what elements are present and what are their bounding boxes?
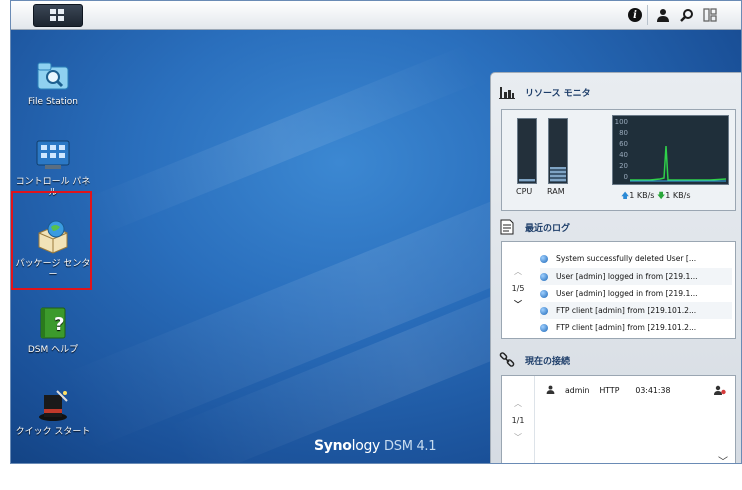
info-dot-icon: [540, 306, 548, 315]
info-dot-icon: [540, 254, 548, 263]
page-down-button[interactable]: ﹀: [502, 299, 534, 310]
control-panel-shortcut[interactable]: コントロール パネル: [13, 137, 93, 199]
cpu-meter: [517, 118, 537, 184]
y-tick: 100: [614, 118, 628, 126]
y-tick: 40: [619, 151, 628, 159]
taskbar: i: [11, 1, 741, 30]
magic-hat-icon: [35, 387, 71, 423]
document-icon: [499, 219, 515, 235]
resource-monitor-title: リソース モニタ: [499, 84, 591, 100]
main-menu-icon: [50, 9, 66, 22]
control-panel-icon: [35, 137, 71, 173]
ram-label: RAM: [547, 187, 565, 196]
help-book-icon: ?: [35, 305, 71, 341]
user-icon[interactable]: [654, 6, 672, 24]
info-dot-icon: [540, 323, 548, 332]
recent-logs-title: 最近のログ: [499, 219, 570, 235]
disconnect-user-icon[interactable]: [714, 385, 726, 398]
page-down-button[interactable]: ﹀: [502, 432, 534, 443]
desktop: i File Station コントロール パネル パッケージ センター ? D…: [10, 0, 742, 464]
ram-meter: [548, 118, 568, 184]
file-station-shortcut[interactable]: File Station: [13, 57, 93, 108]
y-tick: 60: [619, 140, 628, 148]
connections-page-indicator: 1/1: [511, 416, 525, 425]
svg-text:?: ?: [54, 314, 64, 335]
info-dot-icon: [540, 272, 548, 281]
bar-chart-icon: [499, 84, 515, 100]
download-arrow-icon: 🡇: [657, 191, 666, 200]
user-icon: [546, 385, 555, 396]
log-page-indicator: 1/5: [511, 284, 525, 293]
connections-title: 現在の接続: [499, 352, 570, 368]
selection-highlight: [11, 191, 92, 290]
collapse-widgets-button[interactable]: ﹀: [718, 453, 728, 463]
upload-rate: 1 KB/s: [629, 191, 655, 200]
connection-time: 03:41:38: [635, 386, 671, 395]
log-row[interactable]: System successfully deleted User [...: [540, 250, 732, 267]
network-rates: 🡅1 KB/s 🡇1 KB/s: [621, 190, 690, 204]
log-row[interactable]: FTP client [admin] from [219.101.2...: [540, 319, 732, 336]
connection-row[interactable]: admin HTTP 03:41:38: [546, 385, 670, 396]
desktop-icon-label: DSM ヘルプ: [27, 345, 79, 355]
search-icon[interactable]: [678, 6, 696, 24]
cpu-label: CPU: [516, 187, 533, 196]
synology-brand: Synology DSM 4.1: [314, 438, 437, 454]
connections-widget: ︿ 1/1 ﹀ admin HTTP 03:41:38: [501, 375, 736, 463]
link-icon: [499, 352, 515, 368]
y-tick: 0: [623, 173, 628, 181]
widgets-icon[interactable]: [701, 6, 719, 24]
connection-type: HTTP: [599, 386, 620, 395]
y-tick: 80: [619, 129, 628, 137]
log-row[interactable]: User [admin] logged in from [219.1...: [540, 285, 732, 302]
page-up-button[interactable]: ︿: [502, 398, 534, 409]
resource-monitor-widget: CPU RAM 100 80 60 40 20 0 🡅1 KB/s 🡇1 KB/…: [501, 109, 736, 211]
log-row[interactable]: FTP client [admin] from [219.101.2...: [540, 302, 732, 319]
main-menu-button[interactable]: [33, 4, 83, 27]
usage-lines: [630, 145, 726, 182]
usage-graph: 100 80 60 40 20 0: [612, 115, 729, 185]
desktop-icon-label: クイック スタート: [15, 427, 91, 437]
info-dot-icon: [540, 289, 548, 298]
widget-panel: リソース モニタ CPU RAM 100 80 60 40 20 0 🡅1 KB…: [490, 72, 741, 463]
upload-arrow-icon: 🡅: [621, 191, 630, 200]
download-rate: 1 KB/s: [665, 191, 691, 200]
page-up-button[interactable]: ︿: [502, 266, 534, 277]
connection-user: admin: [565, 386, 590, 395]
info-icon[interactable]: i: [628, 8, 642, 22]
y-tick: 20: [619, 162, 628, 170]
recent-logs-widget: ︿ 1/5 ﹀ System successfully deleted User…: [501, 241, 736, 339]
desktop-icon-label: File Station: [28, 97, 78, 107]
folder-search-icon: [35, 57, 71, 93]
quick-start-shortcut[interactable]: クイック スタート: [13, 387, 93, 438]
log-row[interactable]: User [admin] logged in from [219.1...: [540, 268, 732, 285]
dsm-help-shortcut[interactable]: ? DSM ヘルプ: [13, 305, 93, 356]
